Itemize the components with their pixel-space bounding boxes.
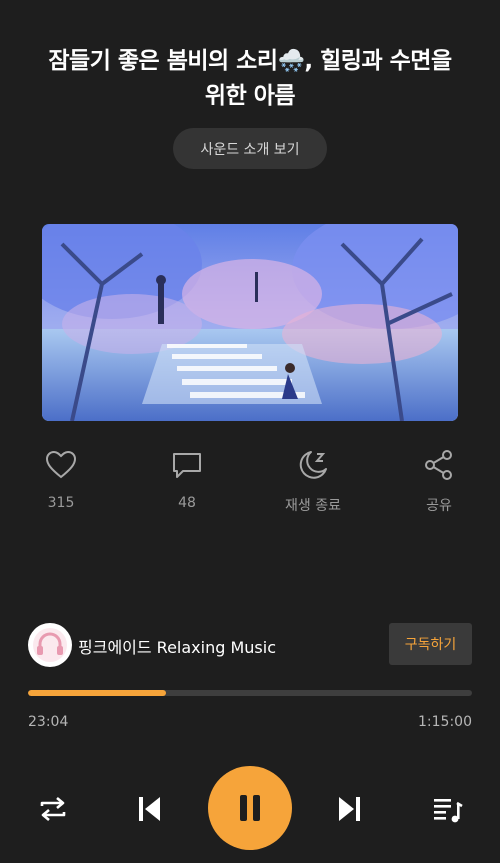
repeat-button[interactable]: [34, 790, 72, 828]
action-bar: 315 48 재생 종료 공유: [0, 448, 500, 518]
progress-bar[interactable]: [28, 690, 472, 696]
snow-cloud-emoji: 🌨️: [277, 49, 305, 74]
sleep-timer-button[interactable]: 재생 종료: [263, 448, 363, 518]
skip-previous-icon: [139, 797, 160, 821]
next-button[interactable]: [331, 790, 369, 828]
previous-button[interactable]: [130, 790, 168, 828]
heart-icon: [45, 450, 77, 479]
sound-title: 잠들기 좋은 봄비의 소리🌨️, 힐링과 수면을 위한 아름: [30, 44, 470, 113]
share-label: 공유: [426, 498, 452, 514]
subscribe-button[interactable]: 구독하기: [389, 623, 472, 665]
total-time: 1:15:00: [418, 714, 472, 730]
playlist-icon: [434, 799, 463, 823]
sleep-timer-label: 재생 종료: [285, 498, 341, 514]
comment-count: 48: [178, 495, 196, 511]
pause-button[interactable]: [208, 766, 292, 850]
title-text-line2: 위한 아름: [204, 83, 296, 109]
like-button[interactable]: 315: [11, 448, 111, 518]
share-icon: [425, 450, 452, 480]
title-text-continued: , 힐링과 수면을: [304, 48, 452, 74]
channel-name[interactable]: 핑크에이드 Relaxing Music: [78, 634, 276, 658]
comment-button[interactable]: 48: [137, 448, 237, 518]
title-text: 잠들기 좋은 봄비의 소리: [48, 48, 278, 74]
sleep-timer-icon: [299, 451, 327, 479]
share-button[interactable]: 공유: [389, 448, 489, 518]
like-count: 315: [47, 495, 75, 511]
repeat-icon: [40, 797, 66, 821]
album-artwork: [42, 224, 458, 421]
sound-intro-button[interactable]: 사운드 소개 보기: [173, 128, 327, 169]
current-time: 23:04: [28, 714, 69, 730]
comment-icon: [173, 453, 201, 478]
channel-row: 핑크에이드 Relaxing Music 구독하기: [28, 622, 472, 668]
progress-fill: [28, 690, 166, 696]
playback-controls: [0, 760, 500, 860]
skip-next-icon: [339, 797, 360, 821]
pause-icon: [240, 795, 260, 821]
playlist-button[interactable]: [428, 790, 466, 828]
channel-avatar[interactable]: [28, 623, 72, 667]
headphones-logo-icon: [33, 628, 67, 662]
